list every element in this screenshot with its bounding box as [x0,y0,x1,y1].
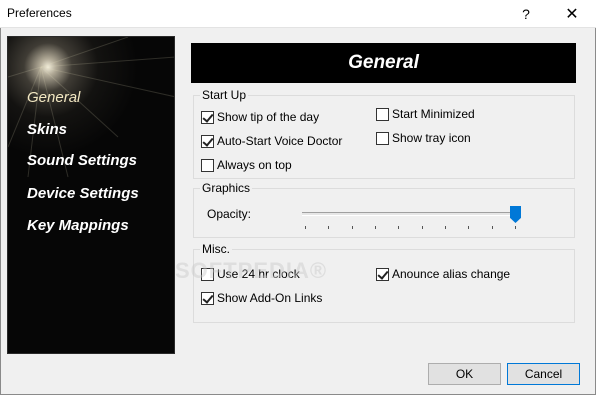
show-tray-checkbox[interactable]: Show tray icon [376,131,471,145]
misc-group: Misc. [193,242,575,323]
sidebar-item-key-mappings[interactable]: Key Mappings [27,217,129,234]
alias-change-label: Anounce alias change [392,267,511,281]
slider-tick [351,226,353,229]
show-tip-label: Show tip of the day [217,110,320,124]
misc-group-title: Misc. [200,242,232,256]
sidebar-item-device-settings[interactable]: Device Settings [27,185,139,202]
show-tip-check[interactable] [201,110,214,124]
ok-button[interactable]: OK [428,363,501,385]
auto-start-check[interactable] [201,134,214,148]
opacity-slider-track[interactable] [302,212,520,216]
slider-tick [445,226,446,229]
sidebar-nav: General Skins Sound Settings Device Sett… [7,36,175,354]
alias-change-check[interactable] [376,267,389,281]
title-bar: Preferences ? ✕ [0,0,596,28]
slider-tick [375,226,376,229]
auto-start-label: Auto-Start Voice Doctor [217,134,343,148]
slider-tick [515,226,516,229]
addon-links-label: Show Add-On Links [217,291,323,305]
graphics-group-title: Graphics [200,181,253,195]
sidebar-item-general[interactable]: General [27,89,80,106]
slider-tick [421,226,423,229]
always-on-top-checkbox[interactable]: Always on top [201,158,292,172]
help-icon: ? [522,6,530,22]
opacity-label: Opacity: [207,207,252,221]
slider-tick [305,226,306,229]
always-on-top-check[interactable] [201,158,214,172]
alias-change-checkbox[interactable]: Anounce alias change [376,267,510,281]
startup-group-title: Start Up [200,88,249,102]
close-icon: ✕ [565,6,579,23]
use-24hr-check[interactable] [201,267,214,281]
slider-tick [398,226,400,229]
slider-tick [491,226,493,229]
start-minimized-check[interactable] [376,107,389,121]
start-minimized-checkbox[interactable]: Start Minimized [376,107,475,121]
window-title: Preferences [7,6,72,20]
start-minimized-label: Start Minimized [392,107,475,121]
use-24hr-label: Use 24 hr clock [217,267,300,281]
use-24hr-checkbox[interactable]: Use 24 hr clock [201,267,300,281]
show-tip-checkbox[interactable]: Show tip of the day [201,110,319,124]
slider-tick [468,226,470,229]
cancel-button[interactable]: Cancel [507,363,580,385]
show-tray-label: Show tray icon [392,131,471,145]
show-tray-check[interactable] [376,131,389,145]
auto-start-checkbox[interactable]: Auto-Start Voice Doctor [201,134,342,148]
addon-links-checkbox[interactable]: Show Add-On Links [201,291,322,305]
close-button[interactable]: ✕ [549,0,595,28]
always-on-top-label: Always on top [217,158,292,172]
slider-tick [328,226,330,229]
help-button[interactable]: ? [503,0,549,28]
sidebar-item-skins[interactable]: Skins [27,121,67,138]
addon-links-check[interactable] [201,291,214,305]
sidebar-item-sound-settings[interactable]: Sound Settings [27,152,137,169]
page-title: General [191,43,576,83]
